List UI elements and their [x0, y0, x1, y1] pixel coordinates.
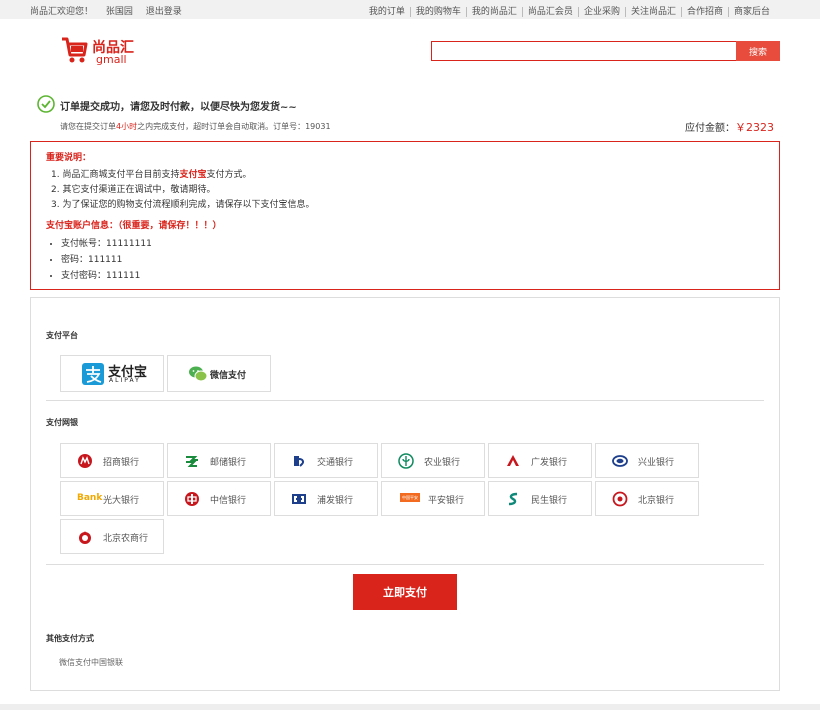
bank-label: 交通银行	[317, 458, 354, 468]
top-bar: 尚品汇欢迎您！ 张国园 退出登录 我的订单 我的购物车 我的尚品汇 尚品汇会员 企业采购…	[0, 0, 820, 19]
notice-item: 2. 其它支付渠道正在调试中，敬请期待。	[51, 185, 216, 195]
divider	[46, 400, 764, 401]
amount-value: ￥2323	[735, 121, 774, 134]
abc-logo-icon	[398, 453, 414, 469]
notice-list: 1. 尚品汇商城支付平台目前支持支付宝支付方式。 2. 其它支付渠道正在调试中，…	[51, 168, 314, 213]
footer-strip	[0, 704, 820, 710]
bocom-logo-icon	[294, 456, 304, 467]
nav-my-cart[interactable]: 我的购物车	[409, 7, 466, 17]
site-logo[interactable]: 尚品汇 gmall	[60, 35, 180, 69]
order-success: 订单提交成功，请您及时付款，以便尽快为您发货~~	[37, 95, 297, 116]
bank-label: 中信银行	[210, 496, 247, 506]
bank-label: 平安银行	[428, 496, 465, 506]
cart-logo-icon	[62, 37, 88, 63]
spdb-logo-icon	[292, 494, 306, 504]
user-link[interactable]: 张国园	[106, 7, 133, 17]
account-info-list: 支付帐号：11111111 密码：111111 支付密码：111111	[61, 236, 152, 284]
bank-pingan[interactable]: 中国平安 平安银行	[381, 481, 485, 516]
nav-follow[interactable]: 关注尚品汇	[624, 7, 681, 17]
psbc-logo-icon	[186, 456, 198, 467]
search-bar: 搜索	[431, 41, 780, 61]
nav-enterprise[interactable]: 企业采购	[577, 7, 625, 17]
bank-spdb[interactable]: 浦发银行	[274, 481, 378, 516]
notice-item: 1. 尚品汇商城支付平台目前支持支付宝支付方式。	[51, 168, 314, 183]
bank-label: 广发银行	[531, 458, 568, 468]
tip-hours: 4小时	[116, 122, 138, 131]
bank-cib[interactable]: 兴业银行	[595, 443, 699, 478]
pay-now-button[interactable]: 立即支付	[353, 574, 457, 610]
bank-cmbc[interactable]: 民生银行	[488, 481, 592, 516]
other-methods-link[interactable]: 微信支付中国银联	[59, 657, 123, 668]
wechat-pay-label: 微信支付	[210, 371, 247, 381]
notice-item1-suffix: 支付方式。	[206, 170, 252, 180]
alipay-option[interactable]: 支付宝 ALIPAY	[60, 355, 164, 392]
ceb-logo-icon: Bank	[77, 493, 102, 503]
notice-item: 3. 为了保证您的购物支付流程顺利完成，请保存以下支付宝信息。	[51, 200, 315, 210]
alipay-en-label: ALIPAY	[109, 377, 141, 384]
ceb-logo-text: Bank	[77, 493, 103, 503]
notice-item1-prefix: 1. 尚品汇商城支付平台目前支持	[51, 170, 180, 180]
bank-psbc[interactable]: 邮储银行	[167, 443, 271, 478]
tip-suffix: 之内完成支付，超时订单会自动取消。订单号：19031	[137, 122, 331, 131]
bank-section-title: 支付网银	[46, 418, 78, 427]
bank-bjrcb[interactable]: 北京农商行	[60, 519, 164, 554]
payable-amount: 应付金额：￥2323	[685, 119, 774, 135]
bank-label: 兴业银行	[638, 458, 675, 468]
account-number: 支付帐号：11111111	[61, 236, 152, 252]
bank-label: 北京农商行	[103, 534, 149, 544]
bank-bocom[interactable]: 交通银行	[274, 443, 378, 478]
nav-my-gmall[interactable]: 我的尚品汇	[465, 7, 522, 17]
platform-title: 支付平台	[46, 331, 78, 340]
bank-cmb[interactable]: 招商银行	[60, 443, 164, 478]
bank-abc[interactable]: 农业银行	[381, 443, 485, 478]
cib-logo-icon	[612, 455, 628, 467]
bank-bob[interactable]: 北京银行	[595, 481, 699, 516]
account-pay-password: 支付密码：111111	[61, 268, 152, 284]
tip-prefix: 请您在提交订单	[60, 122, 116, 131]
bank-label: 农业银行	[424, 458, 461, 468]
top-nav-links: 我的订单 我的购物车 我的尚品汇 尚品汇会员 企业采购 关注尚品汇 合作招商 商家后台	[364, 4, 775, 17]
cgb-logo-icon	[507, 455, 519, 466]
top-bar-left: 尚品汇欢迎您！ 张国园 退出登录	[30, 4, 192, 17]
bank-label: 招商银行	[103, 458, 140, 468]
amount-label: 应付金额：	[685, 123, 735, 134]
nav-cooperation[interactable]: 合作招商	[680, 7, 728, 17]
success-message: 订单提交成功，请您及时付款，以便尽快为您发货~~	[60, 102, 297, 113]
account-info-title: 支付宝账户信息：（很重要，请保存！！！）	[46, 221, 222, 231]
pingan-logo-icon: 中国平安	[400, 493, 420, 502]
notice-title: 重要说明：	[46, 153, 92, 163]
cmb-logo-icon	[78, 454, 92, 468]
important-notice: 重要说明： 1. 尚品汇商城支付平台目前支持支付宝支付方式。 2. 其它支付渠道…	[30, 141, 780, 290]
bjrcb-logo-icon	[79, 531, 91, 544]
bank-label: 邮储银行	[210, 458, 247, 468]
notice-item1-red: 支付宝	[179, 170, 207, 180]
wechat-icon	[189, 366, 208, 382]
bank-label: 光大银行	[103, 496, 140, 506]
alipay-icon	[82, 363, 104, 385]
nav-merchant[interactable]: 商家后台	[727, 7, 775, 17]
bank-ceb[interactable]: Bank 光大银行	[60, 481, 164, 516]
search-input[interactable]	[431, 41, 737, 61]
payment-deadline-tip: 请您在提交订单4小时之内完成支付，超时订单会自动取消。订单号：19031	[60, 121, 331, 132]
bank-label: 浦发银行	[317, 496, 354, 506]
bank-label: 北京银行	[638, 496, 675, 506]
citic-logo-icon	[185, 492, 199, 506]
payment-box: 支付平台 支付宝 ALIPAY 微信支付 支付网银 招商银行 邮储银行 交通银行…	[30, 297, 780, 691]
other-methods-title: 其他支付方式	[46, 634, 94, 643]
bank-label: 民生银行	[531, 496, 568, 506]
nav-my-orders[interactable]: 我的订单	[364, 7, 410, 17]
nav-member[interactable]: 尚品汇会员	[521, 7, 578, 17]
logout-link[interactable]: 退出登录	[146, 7, 182, 17]
welcome-text: 尚品汇欢迎您！	[30, 7, 94, 17]
search-button[interactable]: 搜索	[736, 41, 780, 61]
logo-text-en: gmall	[96, 53, 127, 66]
bob-logo-icon	[612, 491, 628, 507]
cmbc-logo-icon	[508, 492, 518, 506]
bank-cgb[interactable]: 广发银行	[488, 443, 592, 478]
wechat-pay-option[interactable]: 微信支付	[167, 355, 271, 392]
divider	[46, 564, 764, 565]
check-circle-icon	[37, 95, 55, 113]
bank-citic[interactable]: 中信银行	[167, 481, 271, 516]
account-password: 密码：111111	[61, 252, 152, 268]
